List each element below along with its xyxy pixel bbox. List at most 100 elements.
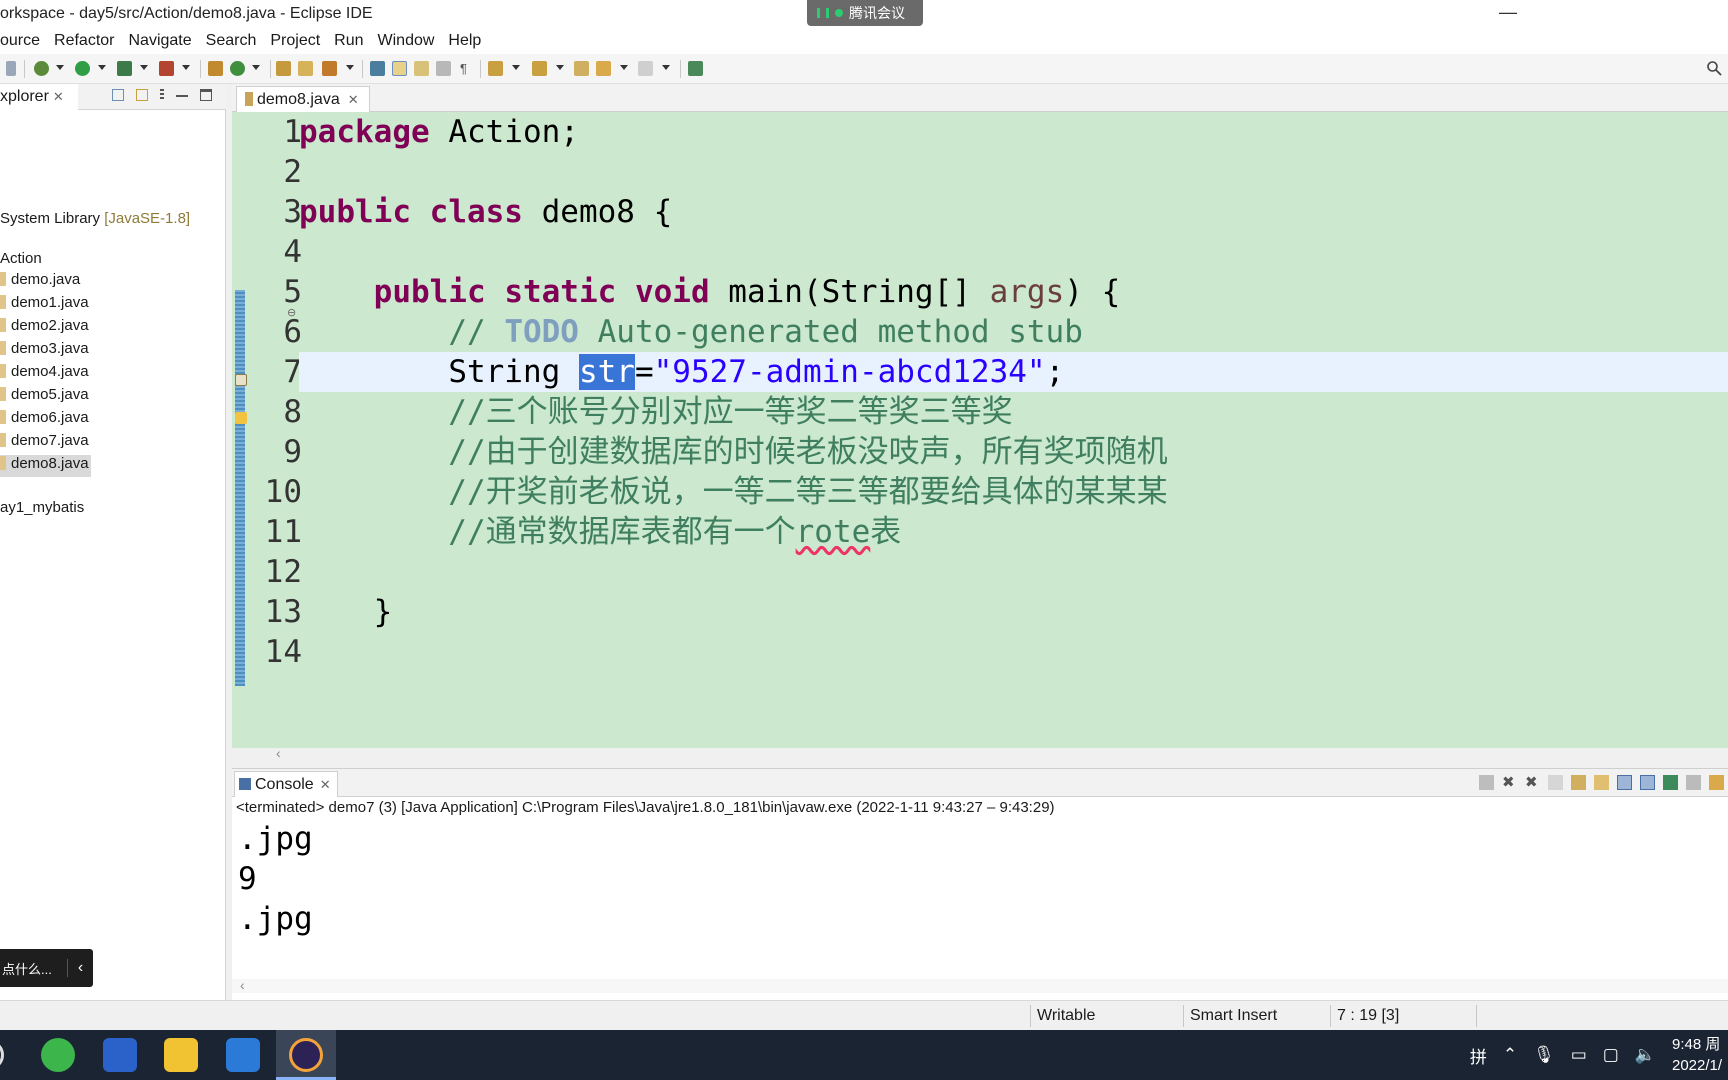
next-annotation-dropdown-icon[interactable] (512, 65, 520, 70)
start-partial-icon[interactable] (0, 1040, 4, 1070)
close-icon[interactable]: ✕ (348, 92, 359, 107)
new-java-class-icon[interactable] (230, 61, 245, 76)
console-horizontal-scrollbar[interactable]: ‹ (232, 977, 1728, 993)
open-perspective-icon[interactable] (688, 61, 703, 76)
eclipse-icon[interactable] (289, 1038, 323, 1072)
ime-indicator[interactable]: 拼 (1470, 1043, 1487, 1068)
ask-box[interactable]: 点什么... ‹ (0, 949, 93, 987)
volume-icon[interactable]: 🔈 (1635, 1045, 1656, 1065)
pin-console-icon[interactable] (1663, 775, 1678, 790)
code-editor[interactable]: 1 2 3 4 5 6 7 8 9 10 11 12 13 14 ⊖ packa… (232, 112, 1728, 748)
tree-item-file[interactable]: demo1.java (0, 294, 89, 316)
tree-item-file[interactable]: demo.java (0, 271, 80, 293)
menu-navigate[interactable]: Navigate (129, 32, 206, 50)
tab-console[interactable]: Console ✕ (234, 771, 338, 797)
terminate-icon[interactable] (1479, 775, 1494, 790)
search-icon[interactable] (1706, 60, 1722, 76)
next-annotation-icon[interactable] (488, 61, 503, 76)
tree-item-file[interactable]: demo6.java (0, 409, 89, 431)
show-whitespace-icon[interactable]: ¶ (460, 61, 475, 76)
console-output[interactable]: .jpg 9 .jpg (238, 819, 313, 939)
coverage-icon[interactable] (117, 61, 132, 76)
browser-icon[interactable] (41, 1038, 75, 1072)
collapse-chevron-icon[interactable]: ‹ (67, 959, 93, 977)
debug-icon[interactable] (34, 61, 49, 76)
link-with-editor-icon[interactable] (136, 89, 148, 101)
meeting-badge[interactable]: 腾讯会议 (807, 0, 923, 26)
display-selected-console-icon[interactable] (1686, 775, 1701, 790)
open-type-icon[interactable] (276, 61, 291, 76)
back-icon[interactable] (596, 61, 611, 76)
tree-item-file[interactable]: demo2.java (0, 317, 89, 339)
tree-item-file[interactable]: demo7.java (0, 432, 89, 454)
back-dropdown-icon[interactable] (620, 65, 628, 70)
previous-annotation-dropdown-icon[interactable] (556, 65, 564, 70)
maximize-view-icon[interactable] (200, 89, 212, 101)
menu-help[interactable]: Help (448, 32, 491, 50)
new-dropdown-icon[interactable] (252, 65, 260, 70)
menu-project[interactable]: Project (270, 32, 334, 50)
scroll-lock-icon[interactable] (1571, 775, 1586, 790)
previous-annotation-icon[interactable] (532, 61, 547, 76)
minimize-button[interactable]: — (1498, 2, 1518, 23)
close-icon[interactable]: ✕ (53, 89, 64, 104)
external-tools-dropdown-icon[interactable] (182, 65, 190, 70)
search-pencil-icon[interactable] (322, 61, 337, 76)
menu-window[interactable]: Window (378, 32, 449, 50)
toggle-word-wrap-icon[interactable] (436, 61, 451, 76)
network-icon[interactable]: ▢ (1603, 1045, 1619, 1065)
insert-mode-status[interactable]: Smart Insert (1190, 1007, 1277, 1025)
remove-all-terminated-icon[interactable]: ✖ (1525, 775, 1540, 790)
scroll-left-icon[interactable]: ‹ (276, 745, 281, 761)
menu-refactor[interactable]: Refactor (54, 32, 128, 50)
tree-item-project[interactable]: ay1_mybatis (0, 499, 84, 521)
meeting-app-icon[interactable] (226, 1038, 260, 1072)
view-menu-icon[interactable] (160, 89, 164, 101)
menu-search[interactable]: Search (206, 32, 271, 50)
debug-dropdown-icon[interactable] (56, 65, 64, 70)
tree-item-system-library[interactable]: System Library [JavaSE-1.8] (0, 210, 190, 232)
remove-launch-icon[interactable]: ✖ (1502, 775, 1517, 790)
search-dropdown-icon[interactable] (346, 65, 354, 70)
menu-run[interactable]: Run (334, 32, 377, 50)
forward-icon[interactable] (638, 61, 653, 76)
tree-item-file[interactable]: demo5.java (0, 386, 89, 408)
last-edit-location-icon[interactable] (574, 61, 589, 76)
terminal-icon[interactable] (103, 1038, 137, 1072)
new-java-package-icon[interactable] (208, 61, 223, 76)
show-on-output-icon[interactable] (1617, 775, 1632, 790)
file-explorer-icon[interactable] (164, 1038, 198, 1072)
line-number: 13 (264, 594, 302, 630)
close-icon[interactable]: ✕ (320, 777, 331, 792)
tab-demo8-java[interactable]: demo8.java ✕ (236, 86, 370, 112)
coverage-dropdown-icon[interactable] (140, 65, 148, 70)
forward-dropdown-icon[interactable] (662, 65, 670, 70)
system-clock[interactable]: 9:48 周 2022/1/ (1672, 1034, 1728, 1076)
scroll-left-icon[interactable]: ‹ (240, 977, 245, 993)
fold-toggle-icon[interactable]: ⊖ (287, 306, 296, 319)
tree-item-file[interactable]: demo3.java (0, 340, 89, 362)
menu-source[interactable]: ource (0, 32, 54, 50)
run-dropdown-icon[interactable] (98, 65, 106, 70)
open-console-icon[interactable] (1709, 775, 1724, 790)
external-tools-icon[interactable] (159, 61, 174, 76)
toggle-mark-occurrences-icon[interactable] (392, 61, 407, 76)
minimize-view-icon[interactable] (176, 89, 188, 97)
tree-item-file[interactable]: demo4.java (0, 363, 89, 385)
collapse-all-icon[interactable] (112, 89, 124, 101)
explorer-tab[interactable]: xplorer ✕ (0, 84, 78, 110)
toggle-block-selection-icon[interactable] (414, 61, 429, 76)
microphone-icon[interactable]: 🎙 (1533, 1045, 1555, 1065)
pin-icon[interactable] (6, 61, 16, 76)
word-wrap-icon[interactable] (1594, 775, 1609, 790)
battery-icon[interactable]: ▭ (1571, 1045, 1587, 1065)
clear-console-icon[interactable] (1548, 775, 1563, 790)
tree-item-file-selected[interactable]: demo8.java (0, 455, 91, 477)
open-folder-icon[interactable] (298, 61, 313, 76)
toggle-breadcrumb-icon[interactable] (370, 61, 385, 76)
tree-item-package[interactable]: Action (0, 250, 42, 272)
run-icon[interactable] (75, 61, 90, 76)
editor-horizontal-scrollbar[interactable]: ‹ (272, 745, 1728, 761)
show-on-error-icon[interactable] (1640, 775, 1655, 790)
show-hidden-icons-icon[interactable]: ⌃ (1503, 1045, 1517, 1065)
